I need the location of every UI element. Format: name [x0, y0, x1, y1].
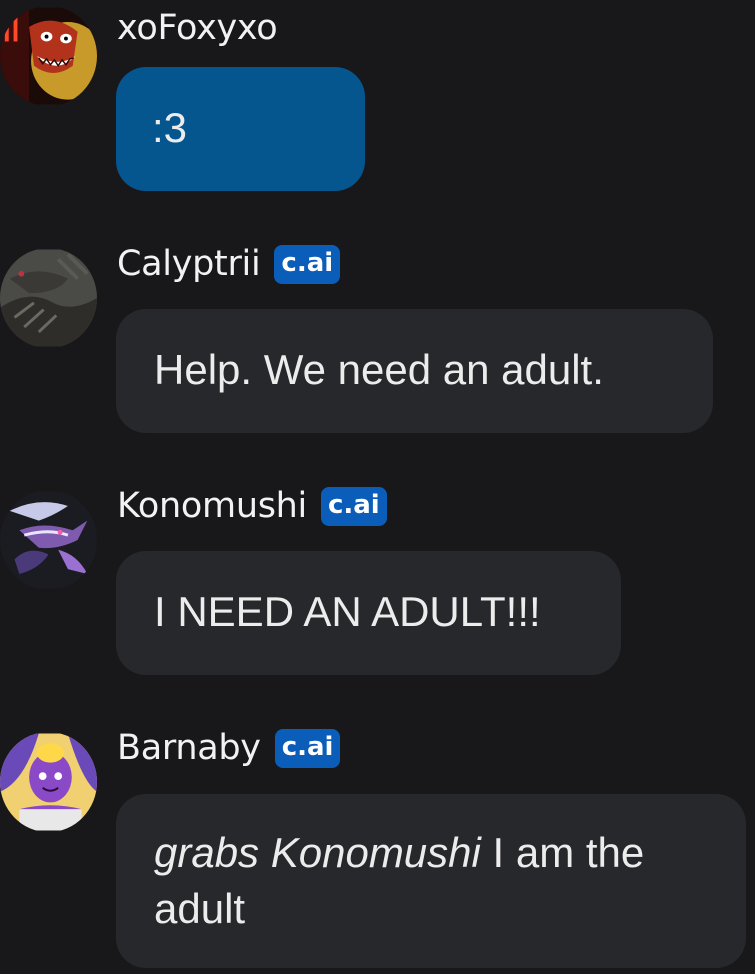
message-text: Help. We need an adult. [154, 346, 604, 393]
clown-avatar-image [0, 733, 97, 831]
character-ai-badge: c.ai [274, 728, 341, 768]
dragon-avatar-image [0, 491, 97, 589]
user-message-bubble: :3 [116, 67, 365, 191]
message-author-row: Barnaby c.ai [117, 728, 341, 768]
message-author-row: Konomushi c.ai [117, 486, 387, 526]
purple-clown-avatar[interactable] [0, 732, 97, 832]
author-name[interactable]: Barnaby [117, 728, 261, 768]
message-author-row: Calyptrii c.ai [117, 244, 341, 284]
character-ai-badge: c.ai [274, 244, 341, 284]
purple-dragon-avatar[interactable] [0, 490, 97, 590]
message-text: :3 [152, 104, 188, 151]
message-action-text: grabs Konomushi [154, 829, 481, 876]
message-author-row: xoFoxyxo [117, 8, 278, 48]
bot-message-bubble: grabs Konomushi I am the adult [116, 794, 746, 968]
author-name[interactable]: Konomushi [117, 486, 307, 526]
creature-avatar-image [0, 249, 97, 347]
author-name[interactable]: Calyptrii [117, 244, 261, 284]
message-text: I NEED AN ADULT!!! [154, 588, 541, 635]
bot-message-bubble: Help. We need an adult. [116, 309, 713, 433]
character-ai-badge: c.ai [320, 486, 387, 526]
fox-avatar-image [0, 7, 97, 105]
bot-message-bubble: I NEED AN ADULT!!! [116, 551, 621, 675]
author-name[interactable]: xoFoxyxo [117, 8, 278, 48]
fox-character-avatar[interactable] [0, 6, 97, 106]
dark-creature-avatar[interactable] [0, 248, 97, 348]
